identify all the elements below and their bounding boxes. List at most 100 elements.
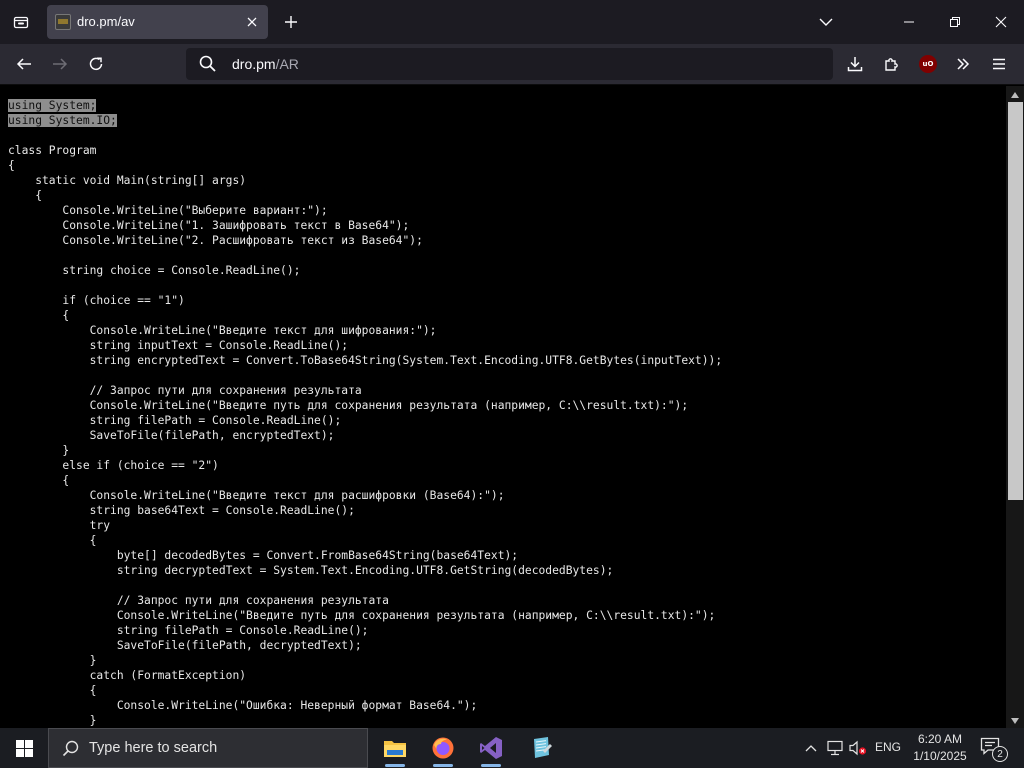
window-close-button[interactable] (978, 0, 1024, 44)
volume-button[interactable] (848, 738, 868, 758)
code-line: Console.WriteLine("1. Зашифровать текст … (8, 218, 722, 233)
scroll-down-arrow-icon[interactable] (1010, 716, 1020, 726)
input-language-indicator[interactable]: ENG (875, 740, 901, 754)
code-line-text: Console.WriteLine("2. Расшифровать текст… (8, 234, 423, 247)
code-line: } (8, 713, 722, 728)
scrollbar-thumb[interactable] (1008, 102, 1023, 500)
downloads-button[interactable] (840, 49, 870, 79)
file-explorer-icon (384, 741, 406, 757)
code-line: try (8, 518, 722, 533)
code-line: SaveToFile(filePath, encryptedText); (8, 428, 722, 443)
code-line: { (8, 683, 722, 698)
code-line-text: if (choice == "1") (8, 294, 185, 307)
code-line: using System.IO; (8, 113, 722, 128)
taskbar-app-visual-studio[interactable] (468, 728, 514, 768)
browser-tab-strip: dro.pm/av (0, 0, 1024, 44)
code-line: byte[] decodedBytes = Convert.FromBase64… (8, 548, 722, 563)
volume-muted-icon (849, 740, 867, 756)
code-line: SaveToFile(filePath, decryptedText); (8, 638, 722, 653)
running-indicator (433, 764, 453, 767)
code-line: string choice = Console.ReadLine(); (8, 263, 722, 278)
browser-tab-active[interactable]: dro.pm/av (47, 5, 268, 39)
code-line-text: static void Main(string[] args) (8, 174, 247, 187)
code-line: string base64Text = Console.ReadLine(); (8, 503, 722, 518)
code-line: } (8, 443, 722, 458)
code-line-text: try (8, 519, 111, 532)
clock-time: 6:20 AM (917, 732, 963, 746)
windows-taskbar: Type here to search ENG 6:20 AM 1/10/202… (0, 728, 1024, 768)
code-line-text: SaveToFile(filePath, encryptedText); (8, 429, 335, 442)
tab-close-button[interactable] (242, 12, 262, 32)
network-icon (827, 740, 843, 756)
reload-button[interactable] (81, 49, 111, 79)
code-line-text: { (8, 189, 43, 202)
restore-button[interactable] (932, 0, 978, 44)
code-line-text: { (8, 534, 97, 547)
vertical-scrollbar[interactable] (1006, 86, 1024, 728)
code-line: Console.WriteLine("Введите путь для сохр… (8, 398, 722, 413)
code-line-text: string encryptedText = Convert.ToBase64S… (8, 354, 723, 367)
new-tab-button[interactable] (277, 8, 305, 36)
code-line: if (choice == "1") (8, 293, 722, 308)
url-text[interactable]: dro.pm/AR (232, 56, 299, 72)
code-line-text: Console.WriteLine("1. Зашифровать текст … (8, 219, 410, 232)
code-line-text: SaveToFile(filePath, decryptedText); (8, 639, 362, 652)
code-line-text: // Запрос пути для сохранения результата (8, 594, 389, 607)
code-line: { (8, 158, 722, 173)
notification-center-button[interactable]: 2 (980, 736, 1008, 762)
forward-button[interactable] (45, 49, 75, 79)
taskbar-app-file-explorer[interactable] (372, 728, 418, 768)
code-line-text: using System.IO; (8, 114, 117, 127)
code-line: { (8, 308, 722, 323)
code-line: string encryptedText = Convert.ToBase64S… (8, 353, 723, 368)
page-content: using System; using System.IO; class Progr… (0, 86, 1008, 728)
list-all-tabs-button[interactable] (812, 8, 840, 36)
code-line: { (8, 188, 722, 203)
code-line: using System; (8, 98, 722, 113)
chevron-down-icon (819, 18, 833, 26)
network-button[interactable] (825, 738, 845, 758)
start-button[interactable] (0, 728, 48, 768)
code-line: string filePath = Console.ReadLine(); (8, 413, 722, 428)
code-line: Console.WriteLine("Введите путь для сохр… (8, 608, 722, 623)
code-line-text: string choice = Console.ReadLine(); (8, 264, 301, 277)
back-button[interactable] (9, 49, 39, 79)
taskbar-app-firefox[interactable] (420, 728, 466, 768)
tab-favicon-icon (55, 14, 71, 30)
clock-date: 1/10/2025 (913, 749, 967, 763)
notification-count-badge: 2 (992, 746, 1008, 762)
extensions-button[interactable] (877, 49, 907, 79)
scroll-up-arrow-icon[interactable] (1010, 90, 1020, 100)
show-hidden-icons-button[interactable] (801, 738, 821, 758)
app-menu-button[interactable] (984, 49, 1014, 79)
code-line-text: catch (FormatException) (8, 669, 247, 682)
code-line-text: Console.WriteLine("Выберите вариант:"); (8, 204, 328, 217)
code-line-text: // Запрос пути для сохранения результата (8, 384, 362, 397)
code-line: { (8, 533, 722, 548)
minimize-button[interactable] (886, 0, 932, 44)
firefox-view-button[interactable] (7, 8, 35, 36)
code-line-text: class Program (8, 144, 97, 157)
code-line-text: } (8, 714, 97, 727)
taskbar-clock[interactable]: 6:20 AM 1/10/2025 (908, 731, 972, 765)
code-line-text: } (8, 654, 97, 667)
code-line-text: string inputText = Console.ReadLine(); (8, 339, 349, 352)
code-line: Console.WriteLine("Ошибка: Неверный форм… (8, 698, 722, 713)
taskbar-search-placeholder: Type here to search (89, 740, 218, 756)
taskbar-search-box[interactable]: Type here to search (48, 728, 368, 768)
code-line-text: else if (choice == "2") (8, 459, 219, 472)
ublock-origin-icon[interactable]: uO (919, 55, 937, 73)
plus-icon (285, 16, 297, 28)
running-indicator (385, 764, 405, 767)
taskbar-app-notepad[interactable] (518, 728, 564, 768)
more-tools-button[interactable] (948, 49, 978, 79)
minimize-icon (904, 21, 914, 23)
search-icon (62, 740, 79, 757)
code-line: // Запрос пути для сохранения результата (8, 383, 722, 398)
code-line: catch (FormatException) (8, 668, 722, 683)
address-bar[interactable]: dro.pm/AR (186, 48, 833, 80)
